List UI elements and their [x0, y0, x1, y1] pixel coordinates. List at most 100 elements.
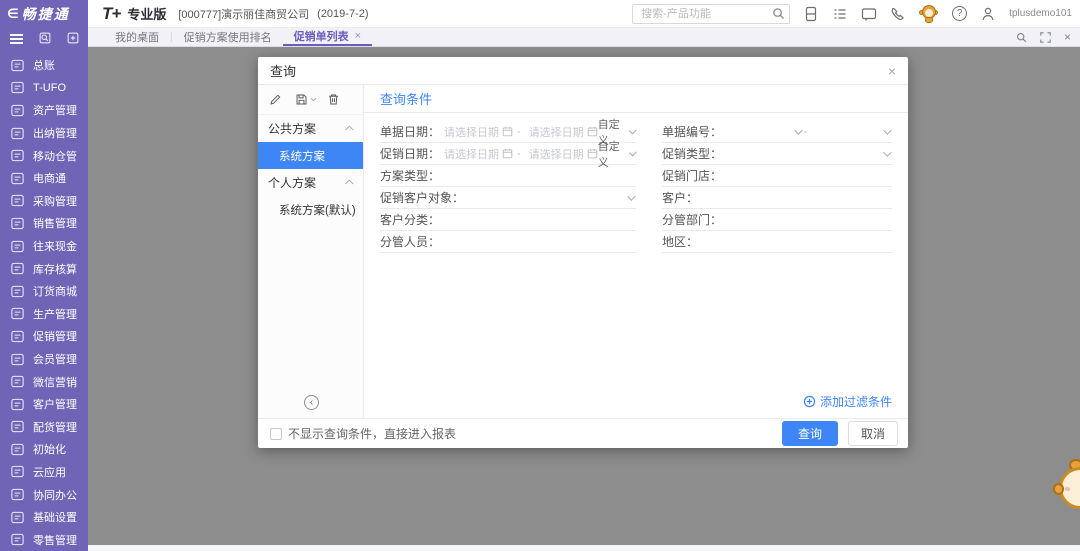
search-panel-icon[interactable]: [39, 32, 51, 47]
sidebar-item-cashier-management[interactable]: 出纳管理: [0, 122, 88, 145]
hamburger-menu-icon[interactable]: [10, 32, 23, 46]
sidebar-item-promotion-management[interactable]: 促销管理: [0, 325, 88, 348]
chevron-down-icon[interactable]: [883, 126, 891, 134]
calendar-icon[interactable]: [587, 148, 598, 159]
promotion-type-dropdown[interactable]: [883, 151, 892, 157]
chevron-down-icon: [883, 148, 891, 156]
sidebar-item-member-management[interactable]: 会员管理: [0, 348, 88, 371]
calendar-icon[interactable]: [502, 126, 513, 137]
delete-icon[interactable]: [327, 93, 340, 106]
message-window-icon[interactable]: [861, 6, 877, 22]
promotion-icon: [10, 329, 25, 344]
phone-icon[interactable]: [890, 6, 906, 22]
collaboration-icon: [10, 487, 25, 502]
username[interactable]: tplusdemo101: [1009, 8, 1072, 19]
date-start-input[interactable]: 请选择日期: [444, 146, 499, 162]
scheme-group-public[interactable]: 公共方案: [258, 115, 363, 142]
sidebar-item-retail-management[interactable]: 零售管理: [0, 528, 88, 551]
sidebar-item-inventory-accounting[interactable]: 库存核算: [0, 257, 88, 280]
field-promotion-customer-target: 促销客户对象：: [380, 187, 636, 209]
field-responsible-department: 分管部门：: [662, 209, 892, 231]
ledger-icon: [10, 58, 25, 73]
date-end-input[interactable]: 请选择日期: [529, 124, 584, 140]
dialog-close-icon[interactable]: ×: [888, 64, 896, 78]
monkey-mascot-icon[interactable]: [919, 4, 939, 24]
help-icon[interactable]: ?: [952, 6, 967, 21]
new-window-icon[interactable]: [67, 32, 79, 47]
tufo-icon: [10, 80, 25, 95]
scheme-panel: 公共方案 系统方案 个人方案 系统方案(默认) ‹: [258, 85, 364, 418]
date-end-input[interactable]: 请选择日期: [529, 146, 584, 162]
sidebar-item-mobile-warehouse[interactable]: 移动仓管: [0, 144, 88, 167]
sidebar-item-wechat-marketing[interactable]: 微信营销: [0, 370, 88, 393]
dialog-title: 查询: [270, 61, 296, 80]
collapse-panel-icon[interactable]: ‹: [304, 395, 319, 410]
login-date: (2019-7-2): [317, 8, 368, 20]
tab-my-desktop[interactable]: 我的桌面: [104, 28, 170, 46]
monkey-mascot-peek-icon: [1053, 455, 1080, 517]
member-icon: [10, 352, 25, 367]
calculator-icon[interactable]: [803, 6, 819, 22]
task-list-icon[interactable]: [832, 6, 848, 22]
mobile-warehouse-icon: [10, 148, 25, 163]
sidebar-item-general-ledger[interactable]: 总账: [0, 54, 88, 77]
cash-icon: [10, 239, 25, 254]
chanjet-logo: ∈ 畅捷通: [0, 0, 88, 28]
sidebar-item-cash-transactions[interactable]: 往来现金: [0, 235, 88, 258]
promotion-customer-target-dropdown[interactable]: [627, 195, 636, 201]
cloud-icon: [10, 464, 25, 479]
query-button[interactable]: 查询: [782, 421, 838, 446]
scheme-toolbar: [258, 85, 363, 115]
production-icon: [10, 306, 25, 321]
tab-promotion-list[interactable]: 促销单列表 ×: [283, 28, 372, 46]
sidebar-item-basic-settings[interactable]: 基础设置: [0, 506, 88, 529]
sidebar-item-asset-management[interactable]: 资产管理: [0, 99, 88, 122]
sidebar-item-purchase-management[interactable]: 采购管理: [0, 190, 88, 213]
chevron-down-icon[interactable]: [794, 126, 802, 134]
ecommerce-icon: [10, 171, 25, 186]
customer-icon: [10, 397, 25, 412]
sidebar-item-order-mall[interactable]: 订货商城: [0, 280, 88, 303]
tab-close-icon[interactable]: ×: [355, 30, 361, 42]
field-customer-category: 客户分类：: [380, 209, 636, 231]
tabbar-close-icon[interactable]: ×: [1064, 30, 1071, 44]
top-bar: T+ 专业版 [000777]演示丽佳商贸公司 (2019-7-2): [88, 0, 1080, 28]
sidebar-item-production-management[interactable]: 生产管理: [0, 303, 88, 326]
sidebar-item-tufo[interactable]: T-UFO: [0, 77, 88, 100]
date-start-input[interactable]: 请选择日期: [444, 124, 499, 140]
scheme-item-system-default[interactable]: 系统方案(默认): [258, 196, 363, 223]
calendar-icon[interactable]: [587, 126, 598, 137]
calendar-icon[interactable]: [502, 148, 513, 159]
chevron-down-icon: [311, 95, 317, 101]
field-customer: 客户：: [662, 187, 892, 209]
sidebar-item-ecommerce[interactable]: 电商通: [0, 167, 88, 190]
initialization-icon: [10, 442, 25, 457]
field-promotion-store: 促销门店：: [662, 165, 892, 187]
add-filter-link[interactable]: 添加过滤条件: [803, 393, 892, 410]
sidebar-item-initialization[interactable]: 初始化: [0, 438, 88, 461]
logo-mark-icon: ∈: [7, 6, 19, 22]
sidebar-item-distribution-management[interactable]: 配货管理: [0, 416, 88, 439]
sidebar-item-collaboration[interactable]: 协同办公: [0, 483, 88, 506]
conditions-area: 查询条件 单据日期： 请选择日期 - 请选择日期 自定义: [364, 85, 908, 418]
wechat-icon: [10, 374, 25, 389]
field-responsible-person: 分管人员：: [380, 231, 636, 253]
app-window: ∈ 畅捷通 总账: [0, 0, 1080, 551]
scheme-item-system[interactable]: 系统方案: [258, 142, 363, 169]
cancel-button[interactable]: 取消: [848, 421, 898, 446]
tab-promotion-ranking[interactable]: 促销方案使用排名: [173, 28, 283, 46]
search-input[interactable]: [632, 4, 790, 24]
field-document-number: 单据编号： -: [662, 121, 892, 143]
sidebar-item-customer-management[interactable]: 客户管理: [0, 393, 88, 416]
user-icon[interactable]: [980, 6, 996, 22]
fullscreen-icon[interactable]: [1040, 32, 1051, 43]
search-icon[interactable]: [772, 7, 785, 23]
scheme-group-personal[interactable]: 个人方案: [258, 169, 363, 196]
add-circle-icon: [803, 395, 816, 408]
sidebar-item-sales-management[interactable]: 销售管理: [0, 212, 88, 235]
save-icon[interactable]: [295, 93, 314, 106]
skip-conditions-checkbox[interactable]: [270, 428, 282, 440]
sidebar-item-cloud-apps[interactable]: 云应用: [0, 461, 88, 484]
tabbar-search-icon[interactable]: [1016, 32, 1027, 43]
edit-icon[interactable]: [269, 93, 282, 106]
